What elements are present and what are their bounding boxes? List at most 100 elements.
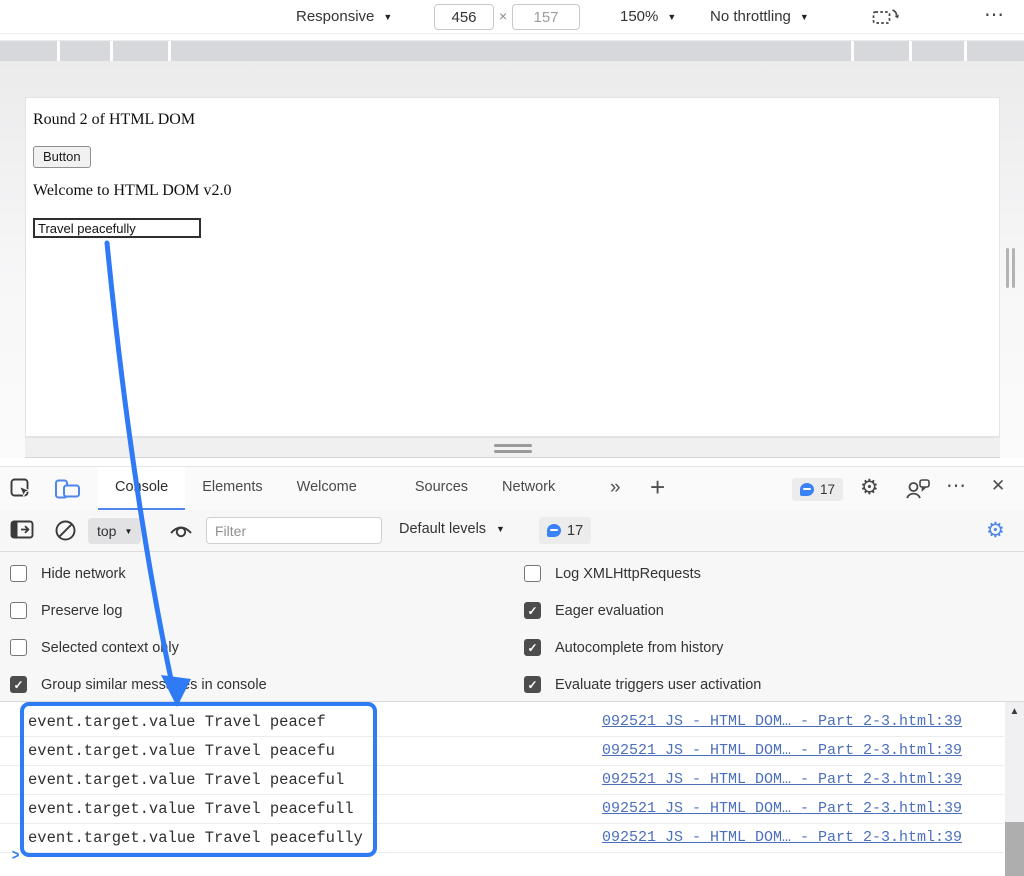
- console-settings-panel: Hide network Preserve log Selected conte…: [0, 552, 1024, 702]
- dimension-mode-dropdown[interactable]: Responsive ▼: [296, 8, 392, 25]
- checkbox-label: Group similar messages in console: [41, 677, 267, 693]
- devtools-more-options-icon[interactable]: ⋯: [946, 473, 967, 498]
- context-label: top: [97, 523, 116, 539]
- chevron-down-icon: ▼: [496, 524, 505, 534]
- feedback-icon[interactable]: [905, 478, 931, 505]
- log-levels-dropdown[interactable]: Default levels ▼: [399, 521, 505, 537]
- viewport-resize-handle-right[interactable]: [1005, 248, 1018, 288]
- checkbox-label: Autocomplete from history: [555, 640, 723, 656]
- viewport-resize-handle-bottom[interactable]: [25, 437, 1000, 458]
- chevron-down-icon: ▼: [667, 12, 676, 22]
- checkbox-log-xmlhttprequests[interactable]: Log XMLHttpRequests: [524, 565, 701, 582]
- console-settings-gear-icon[interactable]: ⚙: [986, 518, 1005, 543]
- checkbox-hide-network[interactable]: Hide network: [10, 565, 126, 582]
- checkbox-icon[interactable]: [524, 602, 541, 619]
- console-sidebar-toggle-icon[interactable]: [10, 519, 35, 546]
- viewport-height-input[interactable]: [512, 4, 580, 30]
- checkbox-icon[interactable]: [524, 676, 541, 693]
- rotate-viewport-icon[interactable]: [872, 6, 900, 33]
- checkbox-evaluate-triggers-user-activation[interactable]: Evaluate triggers user activation: [524, 676, 761, 693]
- checkbox-group-similar-messages[interactable]: Group similar messages in console: [10, 676, 267, 693]
- console-prompt-chevron-icon[interactable]: >: [12, 847, 19, 865]
- scrollbar-thumb[interactable]: [1005, 822, 1024, 876]
- devtools-tabbar: Console Elements Welcome Sources Network…: [0, 466, 1024, 510]
- console-message-text: event.target.value Travel peacefu: [28, 737, 335, 765]
- close-devtools-icon[interactable]: ✕: [991, 476, 1005, 496]
- viewport-width-input[interactable]: [434, 4, 494, 30]
- live-expression-eye-icon[interactable]: [168, 521, 194, 545]
- checkbox-icon[interactable]: [10, 602, 27, 619]
- issues-counter-button[interactable]: 17: [792, 478, 843, 501]
- tab-welcome[interactable]: Welcome: [280, 467, 374, 511]
- tab-sources[interactable]: Sources: [398, 467, 485, 511]
- console-message-text: event.target.value Travel peaceful: [28, 766, 344, 794]
- tab-console[interactable]: Console: [98, 467, 185, 511]
- resize-grip-line: [1006, 248, 1009, 288]
- checkbox-label: Hide network: [41, 566, 126, 582]
- console-message-row: event.target.value Travel peacefully 092…: [0, 824, 1004, 853]
- more-tabs-icon[interactable]: »: [610, 477, 621, 499]
- tab-elements[interactable]: Elements: [185, 467, 279, 511]
- scrollbar-up-arrow-icon[interactable]: ▲: [1005, 706, 1024, 717]
- inspect-element-icon[interactable]: [10, 478, 33, 506]
- chevron-down-icon: ▼: [383, 12, 392, 22]
- console-source-link[interactable]: 092521 JS - HTML DOM… - Part 2-3.html:39: [602, 766, 962, 794]
- resize-grip-line: [494, 444, 532, 447]
- devtools-tabs: Console Elements Welcome Sources Network: [98, 467, 572, 511]
- throttling-label: No throttling: [710, 8, 791, 25]
- media-query-segment-divider: [851, 41, 854, 62]
- media-query-segment-divider: [168, 41, 171, 62]
- dimension-times-separator: ×: [499, 8, 507, 24]
- devtools-settings-gear-icon[interactable]: ⚙: [860, 475, 879, 500]
- issues-bubble-icon: [800, 483, 814, 496]
- tab-network[interactable]: Network: [485, 467, 572, 511]
- chevron-down-icon: ▼: [124, 527, 132, 536]
- console-issues-count: 17: [567, 523, 583, 539]
- javascript-context-dropdown[interactable]: top ▼: [88, 518, 141, 544]
- checkbox-label: Preserve log: [41, 603, 122, 619]
- page-welcome-heading: Welcome to HTML DOM v2.0: [33, 182, 232, 200]
- console-source-link[interactable]: 092521 JS - HTML DOM… - Part 2-3.html:39: [602, 824, 962, 852]
- zoom-level-label: 150%: [620, 8, 658, 25]
- media-query-segment-divider: [57, 41, 60, 62]
- resize-grip-line: [1012, 248, 1015, 288]
- console-message-row: event.target.value Travel peaceful 09252…: [0, 766, 1004, 795]
- issues-count: 17: [820, 482, 835, 497]
- console-filter-input[interactable]: [206, 517, 382, 544]
- issues-bubble-icon: [547, 524, 561, 537]
- checkbox-icon[interactable]: [10, 676, 27, 693]
- console-source-link[interactable]: 092521 JS - HTML DOM… - Part 2-3.html:39: [602, 708, 962, 736]
- chevron-down-icon: ▼: [800, 12, 809, 22]
- console-source-link[interactable]: 092521 JS - HTML DOM… - Part 2-3.html:39: [602, 737, 962, 765]
- checkbox-preserve-log[interactable]: Preserve log: [10, 602, 122, 619]
- console-issues-counter-button[interactable]: 17: [539, 517, 591, 544]
- add-tab-icon[interactable]: +: [650, 472, 665, 503]
- console-source-link[interactable]: 092521 JS - HTML DOM… - Part 2-3.html:39: [602, 795, 962, 823]
- device-toolbar-more-options-icon[interactable]: ⋯: [984, 2, 1005, 27]
- console-scrollbar[interactable]: ▲: [1005, 702, 1024, 876]
- dimension-mode-label: Responsive: [296, 8, 374, 25]
- throttling-dropdown[interactable]: No throttling ▼: [710, 8, 809, 25]
- checkbox-icon[interactable]: [524, 639, 541, 656]
- clear-console-icon[interactable]: [54, 519, 77, 547]
- console-message-row: event.target.value Travel peacefull 0925…: [0, 795, 1004, 824]
- toggle-device-toolbar-icon[interactable]: [54, 478, 82, 506]
- checkbox-autocomplete-from-history[interactable]: Autocomplete from history: [524, 639, 723, 656]
- checkbox-icon[interactable]: [524, 565, 541, 582]
- console-messages-area: event.target.value Travel peacef 092521 …: [0, 702, 1024, 876]
- checkbox-icon[interactable]: [10, 639, 27, 656]
- console-message-text: event.target.value Travel peacef: [28, 708, 326, 736]
- checkbox-label: Eager evaluation: [555, 603, 664, 619]
- checkbox-icon[interactable]: [10, 565, 27, 582]
- zoom-dropdown[interactable]: 150% ▼: [620, 8, 676, 25]
- page-button[interactable]: Button: [33, 146, 91, 168]
- checkbox-label: Evaluate triggers user activation: [555, 677, 761, 693]
- checkbox-selected-context-only[interactable]: Selected context only: [10, 639, 179, 656]
- console-message-text: event.target.value Travel peacefull: [28, 795, 354, 823]
- checkbox-label: Selected context only: [41, 640, 179, 656]
- page-text-input[interactable]: [33, 218, 201, 238]
- checkbox-eager-evaluation[interactable]: Eager evaluation: [524, 602, 664, 619]
- media-query-bar[interactable]: [0, 40, 1024, 61]
- device-toolbar: Responsive ▼ × 150% ▼ No throttling ▼ ⋯: [0, 0, 1024, 34]
- log-levels-label: Default levels: [399, 521, 486, 537]
